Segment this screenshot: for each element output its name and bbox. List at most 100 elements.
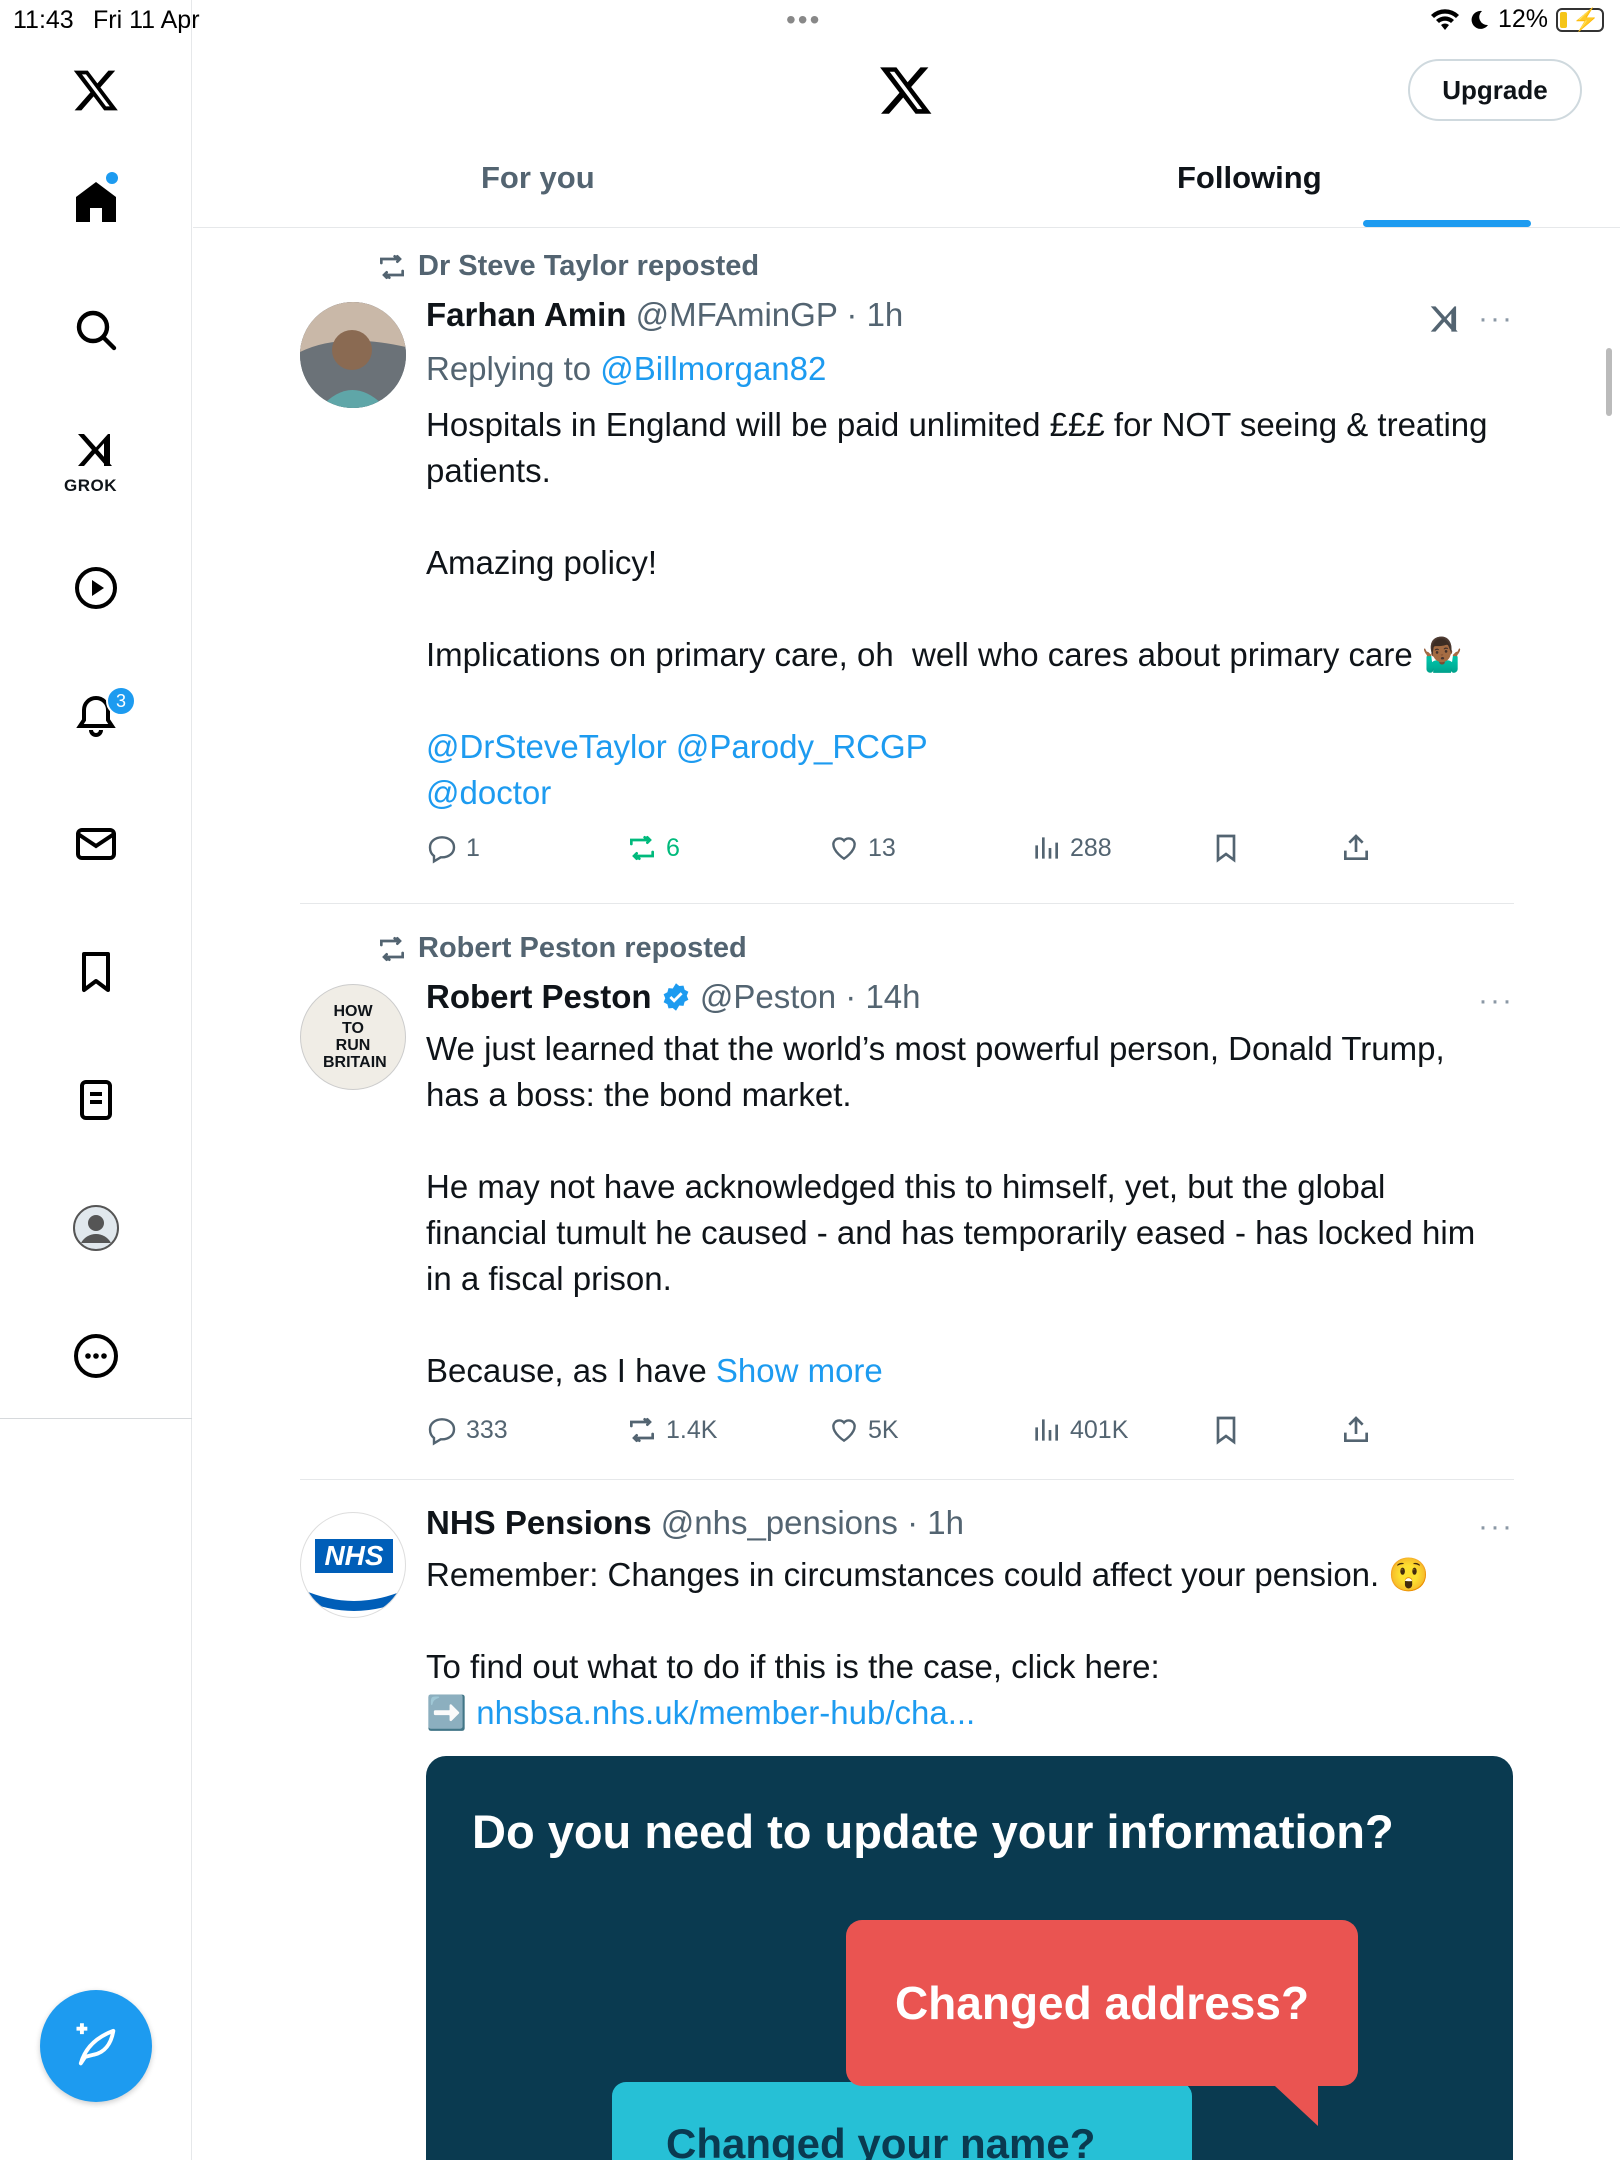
video-icon[interactable] — [70, 562, 122, 614]
messages-mail-icon[interactable] — [70, 818, 122, 870]
share-icon — [1344, 1416, 1368, 1442]
promo-image-card[interactable]: Do you need to update your information? … — [426, 1756, 1513, 2160]
scrollbar[interactable] — [1606, 348, 1612, 416]
sidebar: GROK 3 — [0, 0, 192, 2160]
view-count: 288 — [1070, 833, 1112, 862]
views-button[interactable]: 401K — [1030, 1414, 1128, 1446]
view-count: 401K — [1070, 1415, 1129, 1444]
post-separator — [300, 903, 1514, 904]
repost-indicator: Robert Peston reposted — [376, 932, 747, 965]
replying-to-label: Replying to — [426, 350, 601, 387]
x-logo-icon[interactable] — [70, 64, 122, 116]
mention-links-1[interactable]: @DrSteveTaylor @Parody_RCGP — [426, 728, 928, 765]
bookmark-button[interactable] — [1210, 832, 1242, 864]
status-bar: 11:43 Fri 11 Apr ••• 12% ⚡ — [0, 0, 1620, 40]
post-time[interactable]: · 1h — [907, 1504, 964, 1541]
share-button[interactable] — [1340, 1414, 1372, 1446]
author-name[interactable]: Robert Peston — [426, 978, 652, 1015]
mention-links-2[interactable]: @doctor — [426, 774, 551, 811]
bookmark-icon — [1216, 1416, 1236, 1445]
compose-post-button[interactable] — [40, 1990, 152, 2102]
repost-icon — [380, 254, 404, 279]
grok-label: GROK — [64, 476, 117, 495]
battery-percent: 12% — [1497, 5, 1548, 33]
reply-button[interactable]: 1 — [426, 832, 480, 864]
repost-button[interactable]: 6 — [626, 832, 680, 864]
post-text: We just learned that the world’s most po… — [426, 1030, 1476, 1389]
repost-label: Robert Peston reposted — [418, 932, 747, 964]
views-chart-icon — [1035, 1419, 1058, 1441]
tab-following[interactable]: Following — [1177, 160, 1322, 196]
profile-avatar-icon[interactable] — [70, 1202, 122, 1254]
post-more-icon[interactable]: ··· — [1478, 1510, 1514, 1544]
reply-icon — [428, 836, 456, 864]
post-mentions: @DrSteveTaylor @Parody_RCGP @doctor — [426, 724, 1506, 816]
repost-label: Dr Steve Taylor reposted — [418, 250, 760, 282]
x-logo-icon — [878, 62, 934, 123]
post-header: NHS Pensions @nhs_pensions · 1h — [426, 1504, 964, 1542]
post-more-icon[interactable]: ··· — [1478, 984, 1514, 1018]
arrow-right-emoji-icon: ➡️ — [426, 1694, 477, 1731]
search-icon[interactable] — [70, 304, 122, 356]
author-handle[interactable]: @MFAminGP — [636, 296, 838, 333]
post-robert-peston[interactable]: Robert Peston reposted HOW TO RUN BRITAI… — [300, 930, 1514, 1470]
like-count: 13 — [868, 833, 896, 862]
post-header: Farhan Amin @MFAminGP · 1h — [426, 296, 903, 334]
author-handle[interactable]: @nhs_pensions — [661, 1504, 898, 1541]
status-right: 12% ⚡ — [1430, 5, 1604, 34]
repost-button[interactable]: 1.4K — [626, 1414, 717, 1446]
repost-count: 1.4K — [666, 1415, 718, 1444]
home-icon[interactable] — [70, 176, 122, 228]
author-name[interactable]: NHS Pensions — [426, 1504, 652, 1541]
like-button[interactable]: 13 — [828, 832, 896, 864]
post-time[interactable]: · 14h — [845, 978, 920, 1015]
post-text: Remember: Changes in circumstances could… — [426, 1556, 1430, 1685]
post-header: Robert Peston @Peston · 14h — [426, 978, 921, 1016]
author-name[interactable]: Farhan Amin — [426, 296, 626, 333]
moon-icon — [1471, 10, 1488, 29]
share-button[interactable] — [1340, 832, 1372, 864]
post-more-icon[interactable]: ··· — [1478, 302, 1514, 336]
avatar-nhs-pensions[interactable]: NHS — [300, 1512, 406, 1618]
bookmark-button[interactable] — [1210, 1414, 1242, 1446]
avatar-farhan-amin[interactable] — [300, 302, 406, 408]
reply-button[interactable]: 333 — [426, 1414, 508, 1446]
card-title: Do you need to update your information? — [472, 1805, 1394, 1858]
avatar-robert-peston[interactable]: HOW TO RUN BRITAIN — [300, 984, 406, 1090]
multitasking-dots-icon[interactable]: ••• — [786, 4, 821, 36]
repost-count: 6 — [666, 833, 680, 862]
home-unread-dot — [106, 172, 118, 184]
avatar-book-title: HOW TO RUN BRITAIN — [323, 1003, 387, 1071]
like-count: 5K — [868, 1415, 899, 1444]
tab-for-you[interactable]: For you — [481, 160, 595, 196]
post-time[interactable]: · 1h — [846, 296, 903, 333]
grok-post-icon[interactable] — [1426, 300, 1464, 338]
like-button[interactable]: 5K — [828, 1414, 899, 1446]
grok-icon[interactable] — [70, 424, 122, 476]
heart-icon — [832, 1419, 856, 1443]
post-actions: 1 6 13 288 — [426, 832, 1426, 872]
more-options-icon[interactable] — [70, 1330, 122, 1382]
external-link[interactable]: nhsbsa.nhs.uk/member-hub/cha... — [476, 1694, 975, 1731]
bookmarks-icon[interactable] — [70, 946, 122, 998]
author-handle[interactable]: @Peston — [700, 978, 836, 1015]
verified-badge-icon — [663, 983, 689, 1011]
lists-icon[interactable] — [70, 1074, 122, 1126]
repost-indicator: Dr Steve Taylor reposted — [376, 250, 759, 283]
post-text: Hospitals in England will be paid unlimi… — [426, 406, 1488, 673]
battery-icon: ⚡ — [1556, 7, 1604, 32]
repost-icon — [630, 836, 654, 860]
speech-bubble-address: Changed address? — [846, 1920, 1358, 2086]
speech-bubble-name: Changed your name? — [612, 2082, 1192, 2160]
repost-icon — [380, 936, 404, 961]
replying-to-link[interactable]: @Billmorgan82 — [600, 350, 826, 387]
views-button[interactable]: 288 — [1030, 832, 1112, 864]
post-farhan-amin[interactable]: Dr Steve Taylor reposted Farhan Amin @MF… — [300, 248, 1514, 888]
post-actions: 333 1.4K 5K 401K — [426, 1414, 1426, 1454]
show-more-link[interactable]: Show more — [716, 1352, 883, 1389]
timeline-header: Upgrade For you Following — [193, 40, 1620, 228]
wifi-icon — [1430, 8, 1459, 30]
upgrade-button[interactable]: Upgrade — [1408, 59, 1582, 121]
heart-icon — [832, 837, 856, 861]
sidebar-divider — [0, 1418, 192, 1419]
